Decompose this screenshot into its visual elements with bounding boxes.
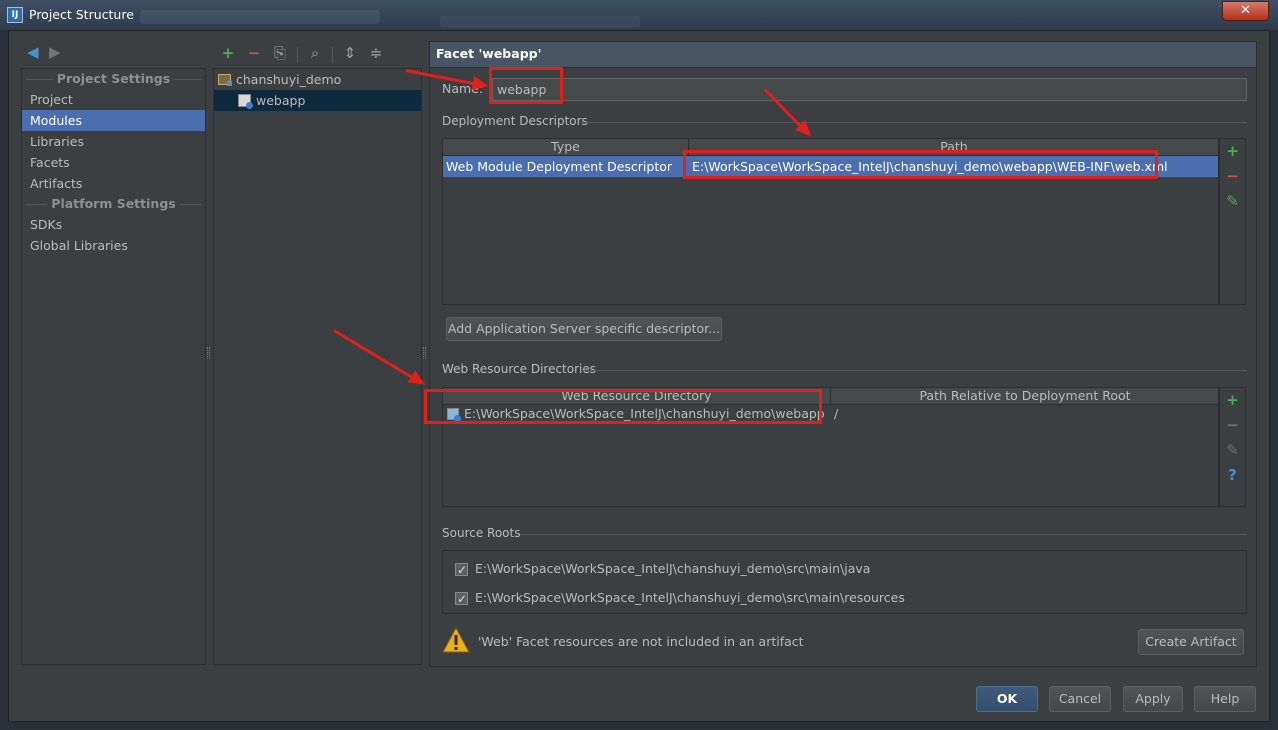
- help-button[interactable]: Help: [1194, 686, 1256, 712]
- apply-button[interactable]: Apply: [1123, 686, 1183, 712]
- sidebar-item-sdks[interactable]: SDKs: [22, 214, 205, 235]
- toolbar-separator: [296, 46, 298, 63]
- create-artifact-button[interactable]: Create Artifact: [1138, 629, 1244, 655]
- settings-sidebar: Project Settings Project Modules Librari…: [21, 68, 206, 665]
- ok-button[interactable]: OK: [976, 686, 1038, 712]
- add-descriptor-icon[interactable]: +: [1220, 139, 1245, 164]
- facet-name: webapp: [256, 93, 306, 108]
- sidebar-item-project[interactable]: Project: [22, 89, 205, 110]
- source-root-path: E:\WorkSpace\WorkSpace_IntelJ\chanshuyi_…: [475, 561, 871, 576]
- source-root-path: E:\WorkSpace\WorkSpace_IntelJ\chanshuyi_…: [475, 590, 905, 605]
- web-resource-directories-title: Web Resource Directories: [442, 362, 596, 376]
- tree-item-facet-webapp[interactable]: webapp: [214, 90, 421, 111]
- sidebar-item-facets[interactable]: Facets: [22, 152, 205, 173]
- annotation-box-descriptor-path: [683, 150, 1158, 179]
- sidebar-item-modules[interactable]: Modules: [22, 110, 205, 131]
- annotation-box-name: [489, 67, 563, 104]
- annotation-box-web-resource: [424, 389, 822, 424]
- module-name: chanshuyi_demo: [236, 72, 342, 87]
- column-header-relative-path[interactable]: Path Relative to Deployment Root: [831, 388, 1219, 405]
- toolbar-separator: [331, 46, 333, 63]
- navigation-arrows: ◀ ▶: [27, 43, 67, 61]
- descriptor-side-toolbar: + − ✎: [1219, 138, 1246, 305]
- column-header-type[interactable]: Type: [443, 139, 689, 156]
- window-title: Project Structure: [29, 7, 134, 22]
- back-arrow-icon[interactable]: ◀: [27, 43, 45, 61]
- remove-directory-icon[interactable]: −: [1220, 413, 1245, 438]
- window-titlebar: IJ Project Structure ✕: [0, 0, 1278, 30]
- edit-descriptor-icon[interactable]: ✎: [1220, 189, 1245, 214]
- forward-arrow-icon[interactable]: ▶: [49, 43, 67, 61]
- checkbox[interactable]: [455, 561, 468, 579]
- source-roots-list: E:\WorkSpace\WorkSpace_IntelJ\chanshuyi_…: [442, 550, 1247, 614]
- warning-icon: [442, 627, 470, 653]
- intellij-app-icon: IJ: [7, 7, 23, 23]
- background-window-blur: [440, 16, 640, 28]
- facet-name-input[interactable]: webapp: [492, 78, 1247, 101]
- descriptor-type: Web Module Deployment Descriptor: [446, 159, 673, 174]
- tree-item-module[interactable]: chanshuyi_demo: [214, 69, 421, 90]
- section-header-platform-settings: Platform Settings: [22, 194, 205, 214]
- source-roots-title: Source Roots: [442, 526, 521, 540]
- module-toolbar: + − ⎘ ⌕ ⇕ ≑: [217, 43, 387, 63]
- collapse-all-icon[interactable]: ≑: [365, 43, 387, 63]
- deployment-descriptors-title: Deployment Descriptors: [442, 114, 588, 128]
- expand-all-icon[interactable]: ⇕: [339, 43, 361, 63]
- add-icon[interactable]: +: [217, 43, 239, 63]
- sidebar-item-artifacts[interactable]: Artifacts: [22, 173, 205, 194]
- group-divider: [580, 122, 1247, 123]
- copy-icon[interactable]: ⎘: [269, 43, 291, 63]
- project-structure-dialog: ◀ ▶ Project Settings Project Modules Lib…: [8, 30, 1270, 722]
- help-icon[interactable]: ?: [1220, 463, 1245, 488]
- add-directory-icon[interactable]: +: [1220, 388, 1245, 413]
- splitter-handle[interactable]: [423, 347, 426, 359]
- module-folder-icon: [218, 74, 232, 86]
- sidebar-item-libraries[interactable]: Libraries: [22, 131, 205, 152]
- section-header-project-settings: Project Settings: [22, 69, 205, 89]
- edit-directory-icon[interactable]: ✎: [1220, 438, 1245, 463]
- search-icon[interactable]: ⌕: [304, 43, 326, 63]
- relative-path: /: [834, 406, 839, 421]
- checkbox[interactable]: [455, 590, 468, 608]
- facet-editor-panel: Facet 'webapp' Name: webapp Deployment D…: [429, 41, 1257, 667]
- group-divider: [582, 370, 1247, 371]
- web-resource-side-toolbar: + − ✎ ?: [1219, 387, 1246, 507]
- remove-descriptor-icon[interactable]: −: [1220, 164, 1245, 189]
- close-window-button[interactable]: ✕: [1222, 1, 1269, 21]
- splitter-handle[interactable]: [207, 347, 210, 359]
- cancel-button[interactable]: Cancel: [1049, 686, 1111, 712]
- warning-message: 'Web' Facet resources are not included i…: [478, 634, 804, 649]
- background-window-blur: [140, 10, 380, 24]
- sidebar-item-global-libraries[interactable]: Global Libraries: [22, 235, 205, 256]
- add-server-descriptor-button[interactable]: Add Application Server specific descript…: [446, 317, 722, 341]
- remove-icon[interactable]: −: [243, 43, 265, 63]
- facet-header: Facet 'webapp': [430, 42, 1256, 68]
- group-divider: [520, 534, 1247, 535]
- web-facet-icon: [238, 94, 253, 109]
